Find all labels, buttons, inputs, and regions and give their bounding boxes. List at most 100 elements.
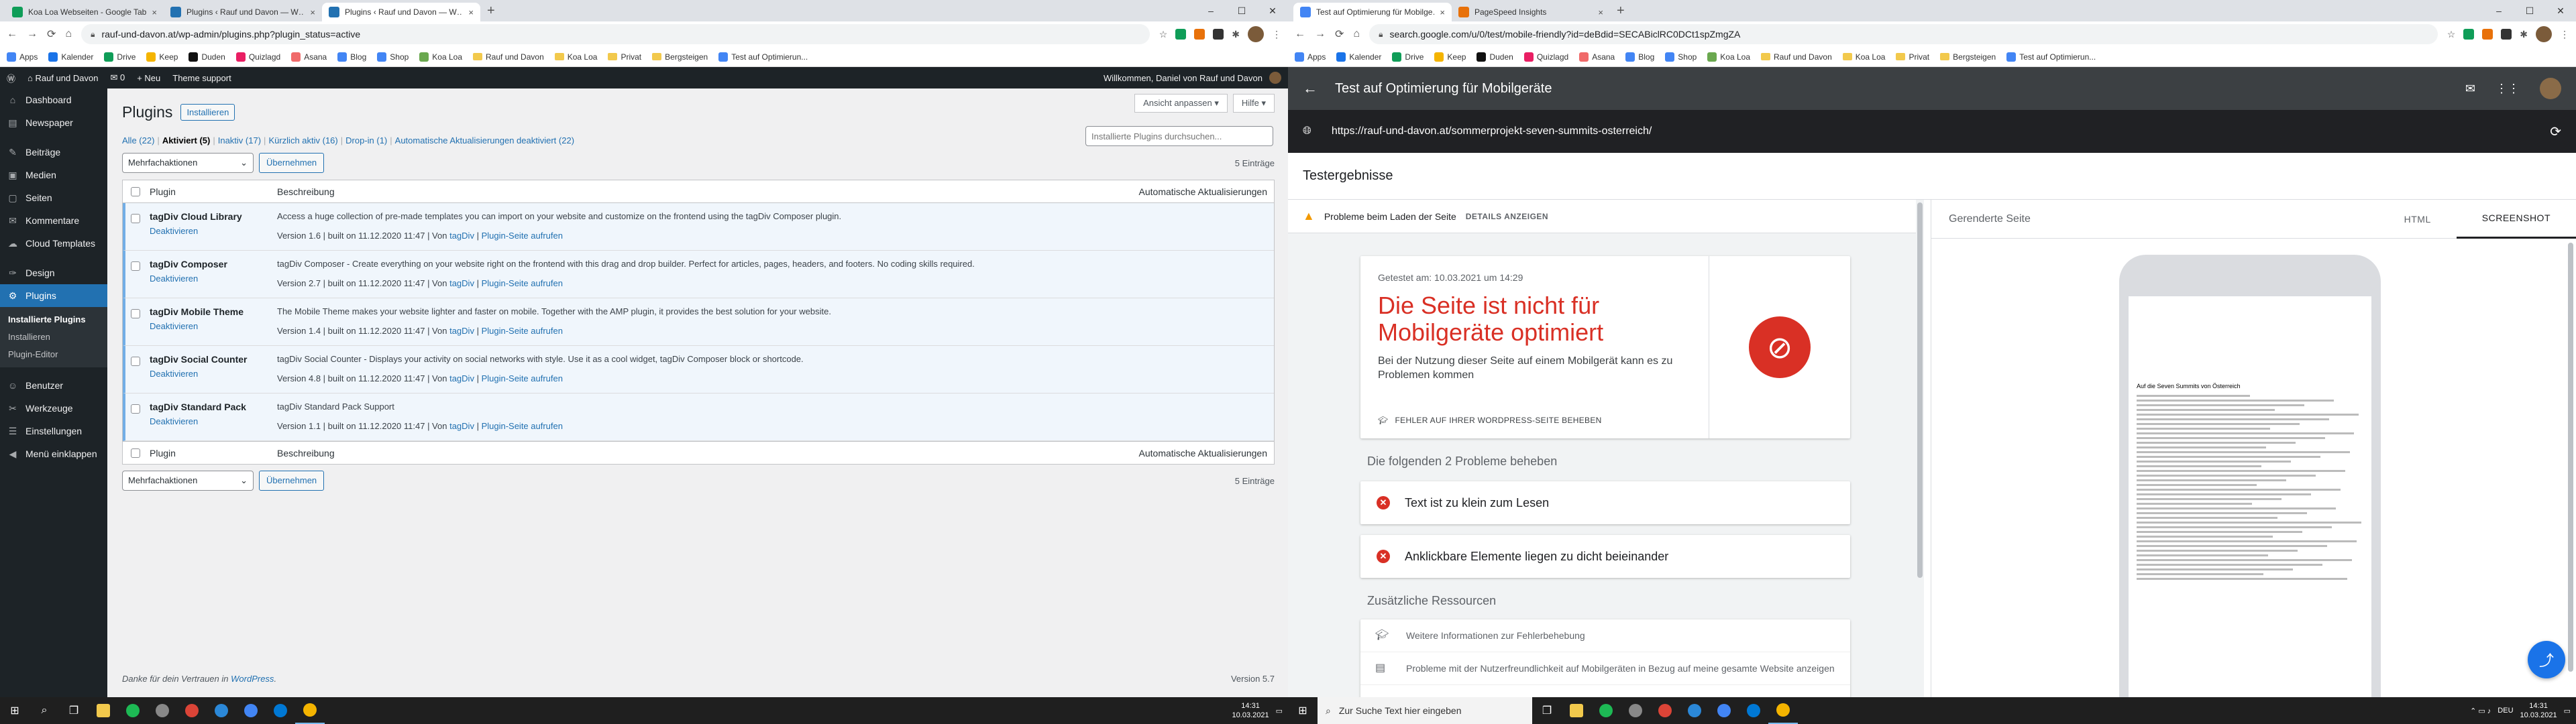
greeting[interactable]: Willkommen, Daniel von Rauf und Davon — [1104, 73, 1263, 83]
app-icon[interactable] — [266, 697, 295, 724]
submenu-item[interactable]: Installierte Plugins — [0, 311, 107, 328]
bookmark-item[interactable]: Drive — [1392, 52, 1424, 62]
bookmark-item[interactable]: Privat — [608, 52, 641, 62]
plugin-site-link[interactable]: Plugin-Seite aufrufen — [482, 421, 563, 431]
scrollbar[interactable] — [1916, 200, 1924, 697]
notification-icon[interactable]: ▭ — [1276, 707, 1283, 715]
plugin-site-link[interactable]: Plugin-Seite aufrufen — [482, 231, 563, 241]
task-view-icon[interactable]: ❐ — [1532, 697, 1562, 724]
bookmark-item[interactable]: Test auf Optimierun... — [2006, 52, 2096, 62]
plugin-checkbox[interactable] — [131, 261, 140, 271]
back-arrow-icon[interactable]: ← — [1303, 80, 1318, 97]
bookmark-item[interactable]: Blog — [1625, 52, 1654, 62]
sidebar-item-einstellungen[interactable]: ☰ Einstellungen — [0, 420, 107, 442]
puzzle-icon[interactable]: ✱ — [1232, 29, 1240, 40]
sidebar-item-seiten[interactable]: ▢ Seiten — [0, 186, 107, 209]
plugin-search-input[interactable] — [1085, 126, 1273, 146]
sidebar-item-newspaper[interactable]: ▤ Newspaper — [0, 111, 107, 134]
plugin-author-link[interactable]: tagDiv — [449, 326, 474, 336]
share-button[interactable]: ⤴ — [2528, 641, 2565, 678]
site-name[interactable]: Rauf und Davon — [35, 73, 98, 83]
wordpress-logo-icon[interactable]: Ⓦ — [7, 72, 15, 84]
search-icon[interactable]: ⌕ — [30, 697, 59, 724]
browser-tab[interactable]: Koa Loa Webseiten - Google Tab… × — [5, 3, 164, 21]
bookmark-item[interactable]: Blog — [337, 52, 366, 62]
screen-options-button[interactable]: Ansicht anpassen ▾ — [1134, 94, 1228, 113]
bookmark-item[interactable]: Shop — [1665, 52, 1697, 62]
new-content-button[interactable]: + Neu — [137, 73, 160, 83]
deactivate-link[interactable]: Deaktivieren — [150, 226, 277, 236]
avatar[interactable] — [1248, 26, 1264, 42]
bookmark-item[interactable]: Kalender — [48, 52, 93, 62]
close-icon[interactable]: × — [310, 7, 315, 17]
clock[interactable]: 14:31 10.03.2021 ▭ — [1232, 701, 1288, 720]
bookmark-item[interactable]: Koa Loa — [554, 52, 597, 62]
tab-html[interactable]: HTML — [2379, 200, 2457, 239]
reload-icon[interactable]: ⟳ — [47, 27, 56, 41]
bookmark-item[interactable]: Keep — [146, 52, 178, 62]
reload-icon[interactable]: ⟳ — [1335, 27, 1344, 41]
sidebar-item-dashboard[interactable]: ⌂ Dashboard — [0, 88, 107, 111]
spotify-icon[interactable] — [1591, 697, 1621, 724]
details-button[interactable]: DETAILS ANZEIGEN — [1466, 212, 1548, 221]
sidebar-item-medien[interactable]: ▣ Medien — [0, 164, 107, 186]
refresh-icon[interactable]: ⟳ — [2550, 123, 2561, 140]
close-icon[interactable]: × — [152, 7, 157, 17]
bookmark-item[interactable]: Quizlagd — [235, 52, 280, 62]
browser-tab[interactable]: Plugins ‹ Rauf und Davon — W… × — [164, 3, 322, 21]
new-tab-icon[interactable]: + — [1610, 3, 1631, 21]
bookmark-item[interactable]: Apps — [1295, 52, 1326, 62]
forward-icon[interactable]: → — [1315, 28, 1326, 40]
clock[interactable]: ⌃ ▭ ♪ DEU 14:31 10.03.2021 ▭ — [2470, 701, 2576, 720]
menu-icon[interactable]: ⋮ — [2560, 29, 2569, 40]
back-icon[interactable]: ← — [1295, 28, 1305, 40]
maximize-icon[interactable]: ☐ — [2514, 0, 2545, 21]
app-icon[interactable] — [1680, 697, 1709, 724]
filter-recent[interactable]: Kürzlich aktiv (16) — [268, 135, 337, 145]
star-icon[interactable]: ☆ — [1159, 29, 1168, 40]
close-icon[interactable]: × — [1598, 7, 1603, 17]
issue-card[interactable]: ✕ Anklickbare Elemente liegen zu dicht be… — [1360, 535, 1850, 578]
plugin-checkbox[interactable] — [131, 309, 140, 318]
windows-start-icon[interactable]: ⊞ — [1288, 697, 1318, 724]
plugin-checkbox[interactable] — [131, 214, 140, 223]
sidebar-item-beitr-ge[interactable]: ✎ Beiträge — [0, 141, 107, 164]
feedback-icon[interactable]: ✉ — [2465, 82, 2475, 96]
bookmark-item[interactable]: Koa Loa — [419, 52, 462, 62]
plugin-author-link[interactable]: tagDiv — [449, 421, 474, 431]
wordpress-link[interactable]: WordPress — [231, 674, 274, 684]
app-icon[interactable] — [1739, 697, 1768, 724]
extension-icon[interactable] — [2501, 29, 2512, 40]
avatar[interactable] — [2540, 78, 2561, 99]
bookmark-item[interactable]: Koa Loa — [1707, 52, 1750, 62]
avatar[interactable] — [1269, 72, 1281, 84]
bookmark-item[interactable]: Asana — [291, 52, 327, 62]
plugin-site-link[interactable]: Plugin-Seite aufrufen — [482, 326, 563, 336]
select-all-checkbox[interactable] — [131, 186, 140, 196]
deactivate-link[interactable]: Deaktivieren — [150, 416, 277, 426]
bookmark-item[interactable]: Bergsteigen — [1940, 52, 1996, 62]
bookmark-item[interactable]: Duden — [1477, 52, 1513, 62]
submenu-item[interactable]: Installieren — [0, 328, 107, 346]
app-icon[interactable] — [1621, 697, 1650, 724]
minimize-icon[interactable]: – — [1195, 0, 1226, 21]
filter-active[interactable]: Aktiviert (5) — [162, 135, 211, 145]
chrome-icon[interactable] — [177, 697, 207, 724]
plugin-checkbox[interactable] — [131, 404, 140, 414]
theme-support-link[interactable]: Theme support — [172, 73, 231, 83]
deactivate-link[interactable]: Deaktivieren — [150, 369, 277, 379]
sidebar-item-benutzer[interactable]: ☺ Benutzer — [0, 374, 107, 397]
comments-icon[interactable]: ✉ 0 — [110, 72, 125, 83]
avatar[interactable] — [2536, 26, 2552, 42]
tray-icons[interactable]: ⌃ ▭ ♪ — [2470, 707, 2491, 715]
minimize-icon[interactable]: – — [2483, 0, 2514, 21]
tab-screenshot[interactable]: SCREENSHOT — [2456, 200, 2576, 239]
sidebar-item-men-einklappen[interactable]: ◀ Menü einklappen — [0, 442, 107, 465]
plugin-site-link[interactable]: Plugin-Seite aufrufen — [482, 278, 563, 288]
app-icon[interactable] — [207, 697, 236, 724]
address-bar[interactable]: 🔒︎ rauf-und-davon.at/wp-admin/plugins.ph… — [81, 24, 1150, 44]
plugin-checkbox[interactable] — [131, 357, 140, 366]
home-icon[interactable]: ⌂ — [1353, 28, 1360, 40]
resource-item[interactable]: ▤ Probleme mit der Nutzerfreundlichkeit a… — [1360, 652, 1850, 685]
sidebar-item-kommentare[interactable]: ✉ Kommentare — [0, 209, 107, 232]
